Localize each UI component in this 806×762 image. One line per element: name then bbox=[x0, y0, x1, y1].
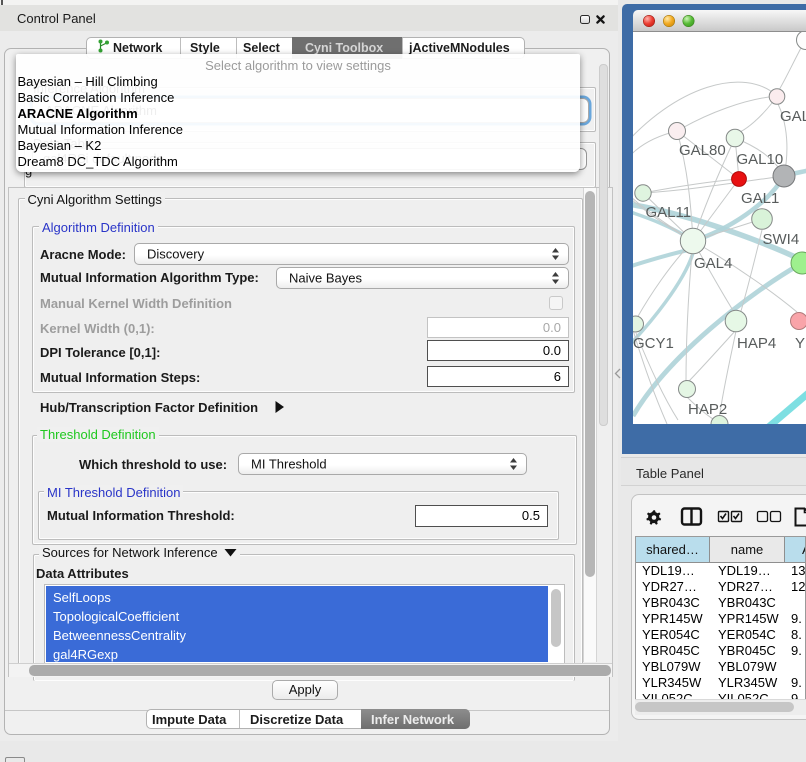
svg-text:GAL1: GAL1 bbox=[741, 190, 779, 207]
svg-text:GCY1: GCY1 bbox=[633, 335, 674, 352]
svg-text:GAL80: GAL80 bbox=[679, 142, 726, 159]
svg-text:YP: YP bbox=[795, 335, 806, 352]
svg-text:GAL4: GAL4 bbox=[694, 255, 732, 272]
svg-text:SWI4: SWI4 bbox=[763, 231, 800, 248]
svg-text:GAL10: GAL10 bbox=[737, 151, 784, 168]
svg-text:GAL2: GAL2 bbox=[780, 108, 806, 125]
svg-text:HAP2: HAP2 bbox=[688, 401, 727, 418]
svg-text:HAP4: HAP4 bbox=[737, 335, 776, 352]
svg-text:GAL11: GAL11 bbox=[646, 204, 692, 221]
